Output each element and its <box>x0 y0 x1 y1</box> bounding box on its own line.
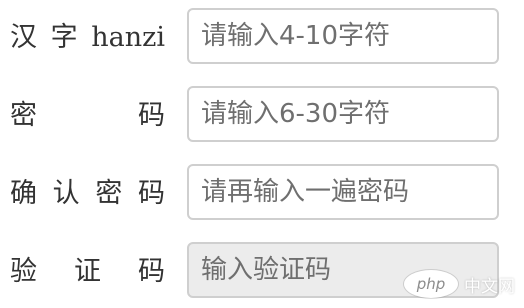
field-label-confirm-password: 确 认 密 码 <box>10 164 165 222</box>
label-part: 码 <box>137 177 165 209</box>
form-row-captcha: 验 证 码 <box>0 242 524 300</box>
label-part: 确 <box>10 177 37 209</box>
field-label-hanzi: 汉 字 hanzi <box>10 8 165 66</box>
form-row-hanzi: 汉 字 hanzi <box>0 8 524 66</box>
label-part: 码 <box>138 255 165 287</box>
label-part: 密 <box>95 177 123 209</box>
label-part: 证 <box>74 255 101 287</box>
captcha-input[interactable] <box>187 242 499 298</box>
label-part: 验 <box>10 255 37 287</box>
confirm-password-input[interactable] <box>187 164 499 220</box>
field-label-captcha: 验 证 码 <box>10 242 165 300</box>
hanzi-input[interactable] <box>187 8 499 64</box>
field-label-password: 密 码 <box>10 86 165 144</box>
label-part: 汉 <box>10 21 37 53</box>
label-part: 密 <box>10 99 37 131</box>
form-row-password: 密 码 <box>0 86 524 144</box>
password-input[interactable] <box>187 86 499 142</box>
label-part: 认 <box>52 177 80 209</box>
label-part: 字 <box>50 21 78 53</box>
label-part: 码 <box>138 99 165 131</box>
label-part: hanzi <box>91 21 165 53</box>
form-row-confirm-password: 确 认 密 码 <box>0 164 524 222</box>
